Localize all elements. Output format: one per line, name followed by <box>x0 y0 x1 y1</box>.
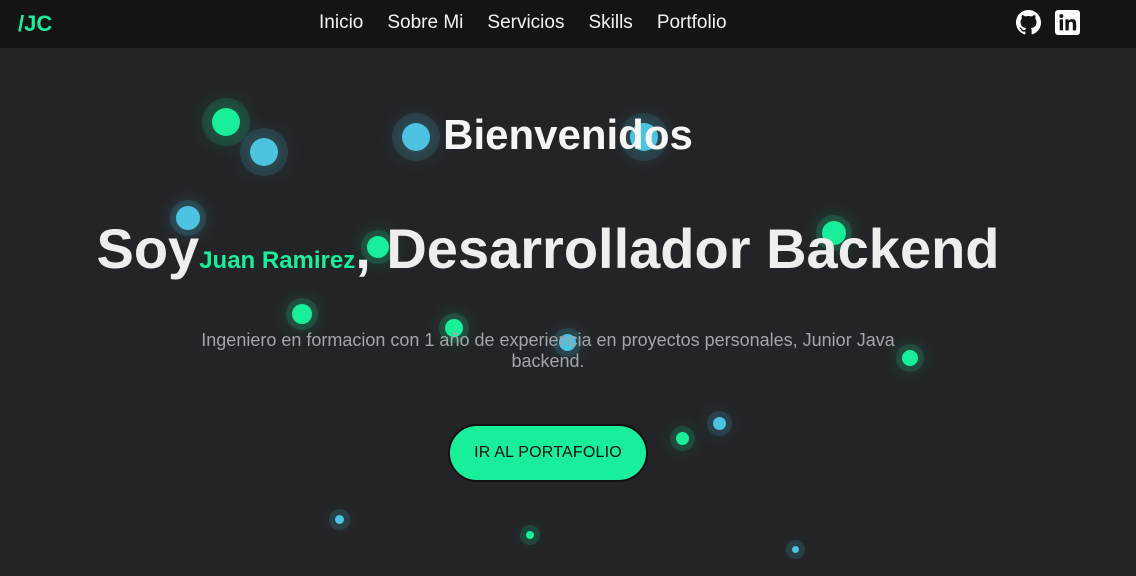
nav-link-portfolio[interactable]: Portfolio <box>657 12 727 34</box>
particle <box>676 432 689 445</box>
go-to-portfolio-button[interactable]: IR AL PORTAFOLIO <box>448 424 648 482</box>
welcome-heading: Bienvenidos <box>443 111 693 158</box>
nav-link-inicio[interactable]: Inicio <box>319 12 363 34</box>
developer-name: Juan Ramirez <box>199 247 356 274</box>
particle <box>713 417 726 430</box>
hero-section: Bienvenidos SoyJuan Ramirez, Desarrollad… <box>0 48 1136 576</box>
particle <box>526 531 534 539</box>
navbar: /JC Inicio Sobre Mi Servicios Skills Por… <box>0 0 1136 48</box>
nav-link-skills[interactable]: Skills <box>588 12 632 34</box>
hero-description: Ingeniero en formacion con 1 año de expe… <box>201 330 895 371</box>
social-links <box>1016 10 1080 35</box>
nav-link-sobre-mi[interactable]: Sobre Mi <box>387 12 463 34</box>
hero-headline: SoyJuan Ramirez, Desarrollador Backend <box>0 216 1096 281</box>
headline-role: , Desarrollador Backend <box>355 217 1000 280</box>
particle <box>792 546 799 553</box>
linkedin-icon[interactable] <box>1055 10 1080 35</box>
nav-links: Inicio Sobre Mi Servicios Skills Portfol… <box>319 12 727 34</box>
nav-link-servicios[interactable]: Servicios <box>487 12 564 34</box>
headline-intro: Soy <box>96 217 200 280</box>
logo-link[interactable]: /JC <box>18 11 52 37</box>
particle <box>292 304 312 324</box>
particle <box>902 350 918 366</box>
github-icon[interactable] <box>1016 10 1041 35</box>
particle <box>335 515 344 524</box>
